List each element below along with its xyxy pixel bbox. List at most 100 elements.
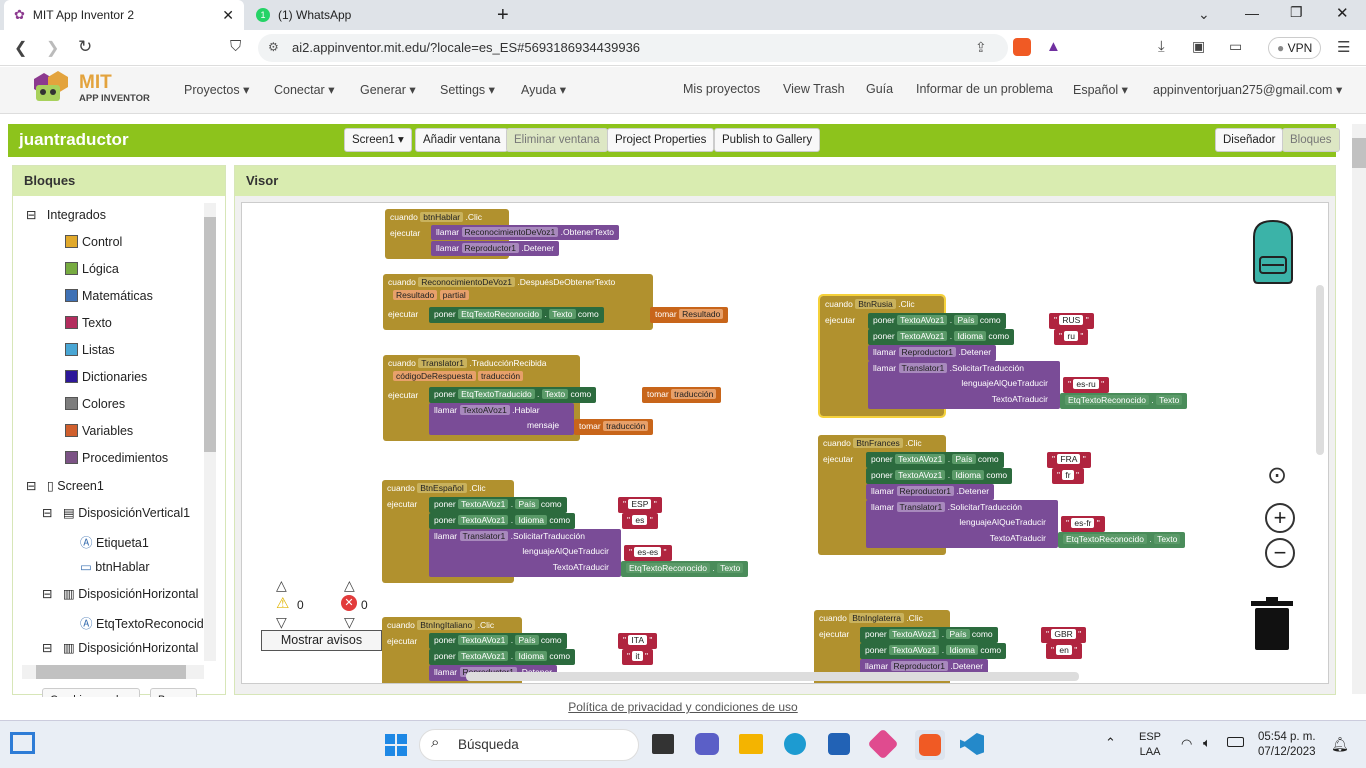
collapse-icon[interactable]: ⊟: [26, 479, 36, 493]
property-chip[interactable]: Idioma: [946, 645, 978, 655]
collapse-icon[interactable]: ⊟: [42, 641, 52, 655]
text-value[interactable]: en: [1056, 645, 1072, 655]
menu-informar[interactable]: Informar de un problema: [916, 82, 1053, 96]
text-value[interactable]: it: [632, 651, 643, 661]
battery-icon[interactable]: [1227, 737, 1244, 747]
property-chip[interactable]: País: [954, 315, 978, 325]
component-chip[interactable]: EtqTextoReconocido: [1063, 534, 1147, 544]
set-block[interactable]: poner TextoAVoz1 . Idioma como: [860, 643, 1007, 659]
warnings-up-arrow-icon[interactable]: △: [276, 577, 287, 594]
category-listas[interactable]: Listas: [65, 343, 115, 357]
menu-idioma[interactable]: Español ▾: [1073, 82, 1128, 97]
text-block[interactable]: " ITA ": [618, 633, 658, 649]
collapse-icon[interactable]: ⊟: [42, 506, 52, 520]
component-chip[interactable]: TextoAVoz1: [897, 331, 948, 341]
text-value[interactable]: es: [632, 515, 648, 525]
component-chip[interactable]: BtnRusia: [855, 299, 896, 309]
menu-account[interactable]: appinventorjuan275@gmail.com ▾: [1153, 82, 1342, 97]
remove-screen-button[interactable]: Eliminar ventana: [506, 128, 608, 152]
menu-ayuda[interactable]: Ayuda ▾: [521, 82, 566, 97]
component-chip[interactable]: TextoAVoz1: [458, 515, 509, 525]
component-chip[interactable]: Translator1: [459, 531, 509, 541]
menu-icon[interactable]: ☰: [1337, 38, 1350, 56]
site-info-icon[interactable]: ⚙: [268, 40, 279, 54]
text-value[interactable]: RUS: [1059, 315, 1084, 325]
errors-down-arrow-icon[interactable]: ▽: [344, 614, 355, 631]
tree-vertical1[interactable]: ⊟ ▤ DisposiciónVertical1: [42, 505, 190, 520]
text-value[interactable]: es-es: [634, 547, 662, 557]
text-block[interactable]: " ru ": [1054, 329, 1089, 345]
forward-icon[interactable]: ❯: [46, 38, 59, 58]
add-screen-button[interactable]: Añadir ventana: [415, 128, 509, 152]
component-chip[interactable]: Translator1: [896, 502, 946, 512]
menu-generar[interactable]: Generar ▾: [360, 82, 416, 97]
reload-icon[interactable]: ↻: [78, 37, 92, 57]
tree-hscrollbar[interactable]: [22, 665, 204, 679]
property-chip[interactable]: Idioma: [515, 651, 547, 661]
tree-btnhablar[interactable]: ▭ btnHablar: [80, 559, 150, 574]
collapse-icon[interactable]: ⊟: [26, 208, 36, 222]
maximize-icon[interactable]: ❐: [1290, 4, 1303, 21]
get-block[interactable]: tomar traducción: [642, 387, 722, 403]
center-icon[interactable]: ⊙: [1267, 461, 1287, 490]
text-block[interactable]: " GBR ": [1041, 627, 1087, 643]
text-block[interactable]: " ESP ": [618, 497, 662, 513]
tree-etqtexto[interactable]: Ⓐ EtqTextoReconocid: [80, 613, 204, 632]
component-chip[interactable]: TextoAVoz1: [458, 651, 509, 661]
property-chip[interactable]: Idioma: [952, 470, 984, 480]
tree-screen1[interactable]: ⊟ ▯ Screen1: [26, 478, 104, 493]
var-chip[interactable]: traducción: [671, 389, 717, 399]
call-block[interactable]: llamar Reproductor1 .Detener: [868, 345, 997, 361]
close-window-icon[interactable]: ✕: [1336, 4, 1349, 22]
show-warnings-button[interactable]: Mostrar avisos: [261, 630, 382, 651]
set-block[interactable]: poner EtqTextoTraducido . Texto como: [429, 387, 597, 403]
call-block[interactable]: llamar Reproductor1 .Detener: [866, 484, 995, 500]
menu-proyectos[interactable]: Proyectos ▾: [184, 82, 249, 97]
param-chip[interactable]: códigoDeRespuesta: [393, 371, 476, 381]
call-block[interactable]: llamar Translator1 .SolicitarTraducción l…: [868, 361, 1060, 409]
set-block[interactable]: poner TextoAVoz1 . Idioma como: [866, 468, 1013, 484]
store-icon[interactable]: [828, 733, 850, 755]
text-block[interactable]: " FRA ": [1047, 452, 1091, 468]
component-chip[interactable]: BtnFrances: [853, 438, 903, 448]
page-scrollbar[interactable]: [1352, 124, 1366, 694]
close-tab-icon[interactable]: ✕: [222, 7, 234, 24]
download-icon[interactable]: ⤓: [1158, 38, 1165, 55]
back-icon[interactable]: ❮: [14, 38, 27, 58]
property-chip[interactable]: Texto: [541, 389, 569, 399]
blocks-workspace[interactable]: cuando btnHablar .Clic ejecutar llamar R…: [241, 202, 1329, 684]
set-block[interactable]: poner TextoAVoz1 . País como: [866, 452, 1004, 468]
designer-button[interactable]: Diseñador: [1215, 128, 1284, 152]
component-chip[interactable]: TextoAVoz1: [897, 315, 948, 325]
getter-block[interactable]: EtqTextoReconocido . Texto: [621, 561, 749, 577]
component-chip[interactable]: TextoAVoz1: [889, 645, 940, 655]
url-field[interactable]: ai2.appinventor.mit.edu/?locale=es_ES#56…: [258, 34, 1008, 62]
component-chip[interactable]: Translator1: [418, 358, 467, 368]
text-block[interactable]: " it ": [622, 649, 654, 665]
component-chip[interactable]: BtnEspañol: [417, 483, 467, 493]
component-chip[interactable]: TextoAVoz1: [889, 629, 940, 639]
tree-scrollbar[interactable]: [204, 203, 216, 661]
component-chip[interactable]: ReconocimientoDeVoz1: [461, 227, 559, 237]
text-value[interactable]: ESP: [628, 499, 652, 509]
text-block[interactable]: " RUS ": [1049, 313, 1094, 329]
text-value[interactable]: FRA: [1057, 454, 1081, 464]
component-chip[interactable]: ReconocimientoDeVoz1: [418, 277, 515, 287]
zoom-out-icon[interactable]: −: [1265, 538, 1295, 568]
brave-rewards-icon[interactable]: ▲: [1046, 38, 1061, 55]
blocks-button[interactable]: Bloques: [1282, 128, 1340, 152]
widgets-icon[interactable]: [652, 734, 674, 754]
property-chip[interactable]: Idioma: [954, 331, 986, 341]
menu-guia[interactable]: Guía: [866, 82, 893, 96]
call-block[interactable]: llamar TextoAVoz1 .Hablar mensaje: [429, 403, 574, 435]
component-chip[interactable]: EtqTextoReconocido: [626, 563, 710, 573]
component-chip[interactable]: TextoAVoz1: [895, 454, 946, 464]
var-chip[interactable]: traducción: [603, 421, 649, 431]
wallet-icon[interactable]: ▭: [1229, 38, 1242, 55]
call-block[interactable]: llamar Reproductor1 .Detener: [431, 241, 560, 256]
menu-settings[interactable]: Settings ▾: [440, 82, 495, 97]
category-colores[interactable]: Colores: [65, 397, 125, 411]
text-block[interactable]: " fr ": [1052, 468, 1084, 484]
scroll-thumb[interactable]: [1352, 138, 1366, 168]
mit-logo-icon[interactable]: [30, 71, 74, 105]
